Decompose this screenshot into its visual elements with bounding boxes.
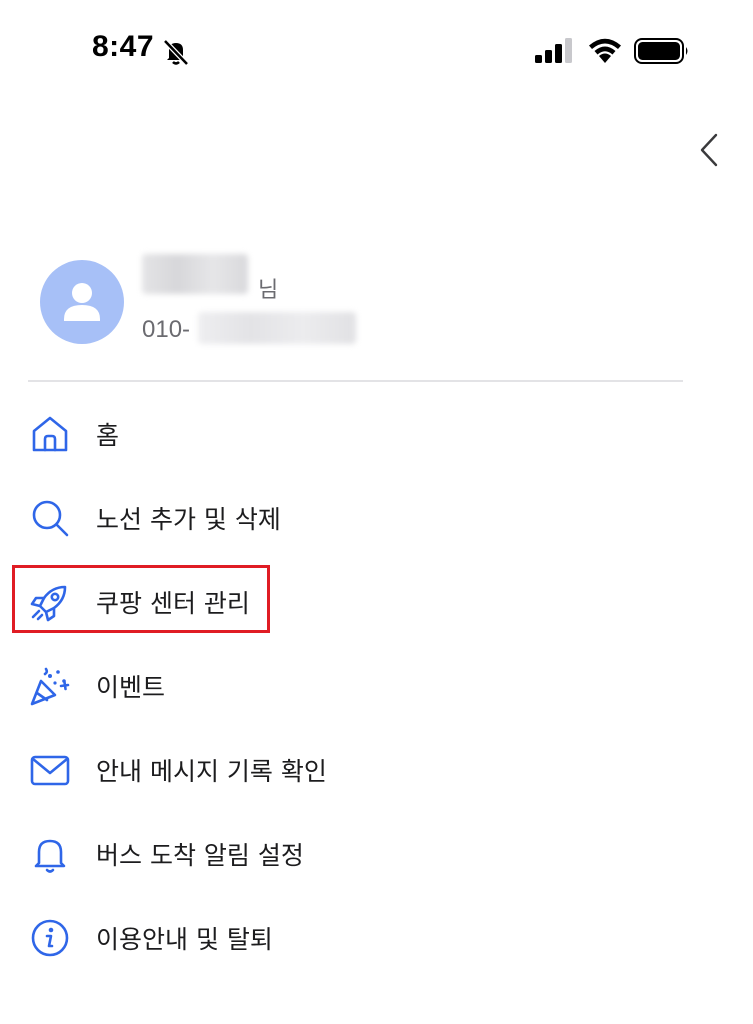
- bell-slash-icon: [163, 39, 189, 66]
- search-icon: [32, 500, 69, 537]
- phone-prefix: 010-: [142, 316, 191, 343]
- status-bar: 8:47: [0, 0, 753, 100]
- mail-icon: [30, 755, 70, 786]
- menu-item-label: 버스 도착 알림 설정: [96, 841, 304, 870]
- menu-item-home[interactable]: 홈: [28, 402, 588, 462]
- user-avatar-icon: [64, 283, 100, 321]
- bell-icon: [34, 839, 66, 873]
- divider: [28, 380, 683, 382]
- menu-item-bus-alert[interactable]: 버스 도착 알림 설정: [28, 822, 588, 882]
- chevron-left-icon[interactable]: [696, 132, 724, 168]
- menu-item-info-withdraw[interactable]: 이용안내 및 탈퇴: [28, 906, 588, 966]
- menu-item-routes[interactable]: 노선 추가 및 삭제: [28, 486, 588, 546]
- menu-item-label: 이벤트: [96, 673, 166, 702]
- menu-item-label: 안내 메시지 기록 확인: [96, 757, 327, 786]
- menu-item-event[interactable]: 이벤트: [28, 654, 588, 714]
- menu-item-message-history[interactable]: 안내 메시지 기록 확인: [28, 738, 588, 798]
- name-suffix: 님: [258, 278, 279, 303]
- wifi-icon: [589, 38, 621, 63]
- status-time: 8:47: [92, 30, 155, 63]
- home-icon: [32, 416, 68, 452]
- phone-number-redacted: ●●●● ●●●●: [198, 312, 356, 344]
- user-name-redacted: ●●●: [142, 254, 248, 294]
- party-popper-icon: [30, 667, 70, 706]
- avatar: [40, 260, 124, 344]
- highlight-box: [12, 565, 270, 633]
- user-profile: ●●● 님 010- ●●●● ●●●●: [40, 252, 690, 362]
- menu-item-label: 홈: [96, 421, 120, 450]
- menu-item-label: 노선 추가 및 삭제: [96, 505, 281, 534]
- cellular-signal-icon: [535, 38, 572, 63]
- menu-item-label: 이용안내 및 탈퇴: [96, 925, 273, 954]
- battery-icon: [634, 38, 688, 64]
- info-icon: [31, 919, 69, 957]
